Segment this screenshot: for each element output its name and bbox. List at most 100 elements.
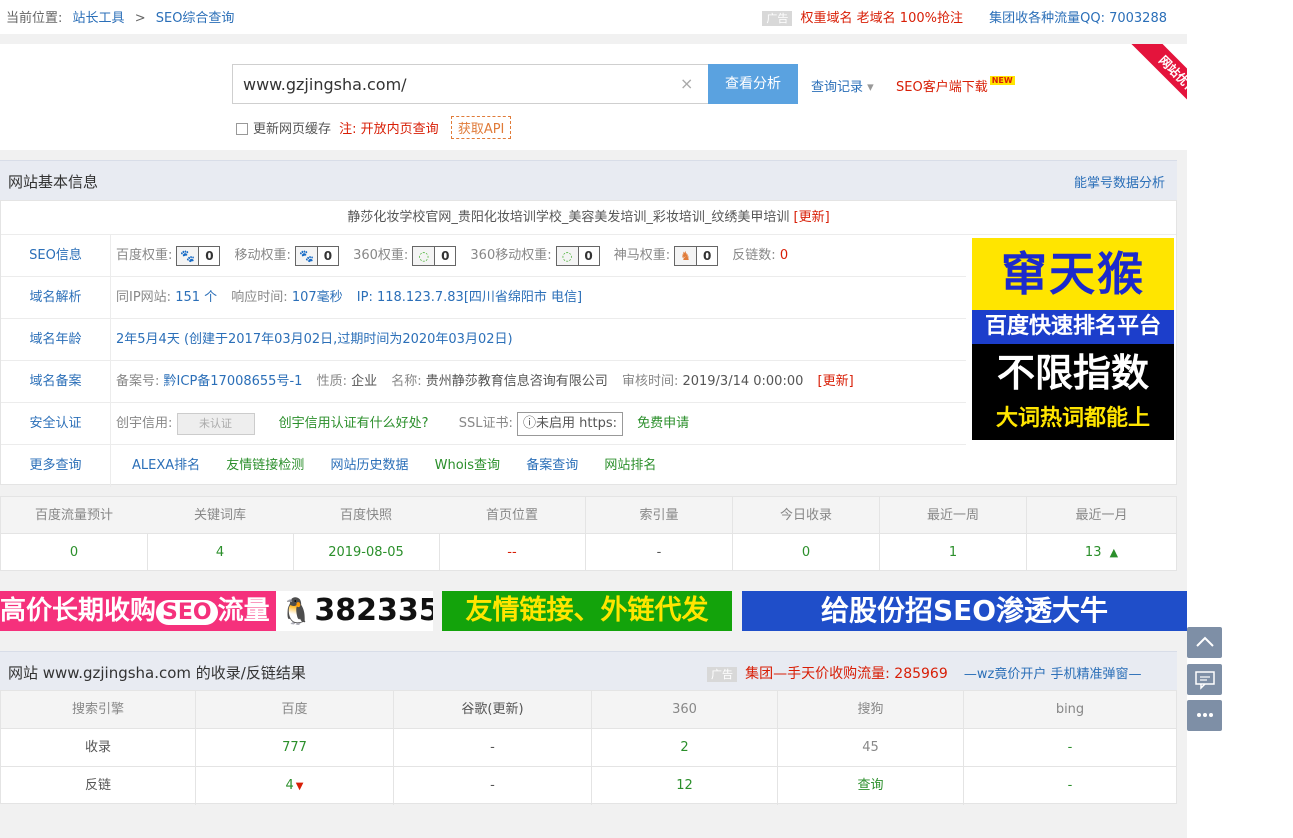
url-input[interactable]: www.gzjingsha.com/ bbox=[232, 64, 709, 104]
breadcrumb-item-seo[interactable]: SEO综合查询 bbox=[156, 11, 235, 26]
horse-icon: ♞ bbox=[675, 246, 698, 265]
baidu-weight-label: 百度权重: bbox=[116, 248, 173, 263]
s360m-weight-badge[interactable]: ◌ 0 bbox=[555, 245, 600, 266]
more-query-label[interactable]: 更多查询 bbox=[1, 445, 111, 487]
arrow-down-icon: ▼ bbox=[295, 781, 304, 792]
s360-indexed[interactable]: 2 bbox=[592, 729, 778, 767]
title-update-link[interactable]: [更新] bbox=[794, 210, 830, 225]
security-label[interactable]: 安全认证 bbox=[1, 403, 111, 445]
same-ip-value[interactable]: 151 个 bbox=[175, 290, 217, 305]
free-ssl-link[interactable]: 免费申请 bbox=[637, 416, 689, 431]
ip-value[interactable]: IP: 118.123.7.83[四川省绵阳市 电信] bbox=[357, 290, 582, 305]
seo-ribbon[interactable]: 网站优化 bbox=[1117, 44, 1187, 114]
icp-no-value[interactable]: 黔ICP备17008655号-1 bbox=[164, 374, 303, 389]
stats-value-week[interactable]: 1 bbox=[880, 534, 1027, 571]
refresh-cache-checkbox[interactable] bbox=[236, 123, 248, 135]
banner-ad-2[interactable]: 🐧3823355 bbox=[276, 591, 433, 631]
download-label: SEO客户端下载 bbox=[896, 80, 988, 95]
more-query-links: ALEXA排名 友情链接检测 网站历史数据 Whois查询 备案查询 网站排名 bbox=[132, 445, 666, 487]
history-dropdown[interactable]: 查询记录 ▾ bbox=[811, 76, 874, 95]
domain-ad-link[interactable]: 权重域名 老域名 100%抢注 bbox=[801, 11, 963, 26]
client-download-link[interactable]: SEO客户端下载 NEW bbox=[896, 76, 1015, 95]
stats-header: 百度流量预计 bbox=[1, 497, 148, 534]
main-area: 当前位置: 站长工具 > SEO综合查询 广告 权重域名 老域名 100%抢注 … bbox=[0, 0, 1187, 838]
baidu-backlinks-cell[interactable]: 4 ▼ bbox=[196, 767, 394, 805]
google-header-label: 谷歌(更新) bbox=[461, 702, 524, 717]
google-update-cell[interactable]: 谷歌(更新) bbox=[394, 691, 592, 729]
stats-value-traffic[interactable]: 0 bbox=[1, 534, 148, 571]
s360-weight-badge[interactable]: ◌ 0 bbox=[412, 245, 457, 266]
dns-label[interactable]: 域名解析 bbox=[1, 277, 111, 319]
alexa-link[interactable]: ALEXA排名 bbox=[132, 458, 200, 473]
banner-ad-3[interactable]: 友情链接、外链代发 bbox=[442, 591, 732, 631]
results-header-cell: 360 bbox=[592, 691, 778, 729]
stats-value-month-cell[interactable]: 13 ▲ bbox=[1027, 534, 1176, 571]
back-to-top-button[interactable] bbox=[1187, 627, 1222, 658]
baidu-indexed[interactable]: 777 bbox=[196, 729, 394, 767]
backlink-value[interactable]: 0 bbox=[780, 248, 788, 263]
site-title: 静莎化妆学校官网_贵阳化妆培训学校_美容美发培训_彩妆培训_纹绣美甲培训 bbox=[347, 210, 790, 225]
friend-link-check-link[interactable]: 友情链接检测 bbox=[226, 458, 304, 473]
sogou-query-link[interactable]: 查询 bbox=[778, 767, 964, 805]
banner-1-text-a: 高价长期收购 bbox=[0, 596, 157, 626]
side-ad-banner[interactable]: 窜天猴 百度快速排名平台 不限指数 大词热词都能上 bbox=[972, 238, 1174, 440]
stats-value-keywords[interactable]: 4 bbox=[147, 534, 294, 571]
baidu-weight-value: 0 bbox=[205, 248, 214, 263]
ssl-badge[interactable]: ⓘ未启用 https: bbox=[517, 411, 623, 436]
credit-benefit-link[interactable]: 创宇信用认证有什么好处? bbox=[279, 416, 429, 431]
new-badge: NEW bbox=[989, 76, 1015, 85]
qq-ad-link[interactable]: 集团收各种流量QQ: 7003288 bbox=[989, 11, 1167, 26]
analyze-button[interactable]: 查看分析 bbox=[708, 64, 798, 104]
icp-query-link[interactable]: 备案查询 bbox=[526, 458, 578, 473]
clear-icon[interactable]: × bbox=[680, 74, 693, 93]
get-api-button[interactable]: 获取API bbox=[450, 116, 512, 139]
shenma-weight-label: 神马权重: bbox=[613, 248, 671, 263]
baidu-weight-badge[interactable]: 🐾 0 bbox=[176, 245, 221, 266]
site-rank-link[interactable]: 网站排名 bbox=[604, 458, 656, 473]
stats-header: 最近一月 bbox=[1027, 497, 1176, 534]
s360-weight-label: 360权重: bbox=[353, 248, 409, 263]
shenma-weight-badge[interactable]: ♞ 0 bbox=[674, 245, 719, 266]
results-ad-link[interactable]: 集团—手天价收购流量: 285969 bbox=[745, 666, 948, 682]
icp-label[interactable]: 域名备案 bbox=[1, 361, 111, 403]
breadcrumb-separator: > bbox=[134, 11, 146, 26]
inner-page-note[interactable]: 注: 开放内页查询 bbox=[339, 122, 439, 137]
stats-value-today[interactable]: 0 bbox=[733, 534, 880, 571]
history-data-link[interactable]: 网站历史数据 bbox=[330, 458, 408, 473]
history-label: 查询记录 bbox=[811, 80, 864, 95]
sogou-indexed[interactable]: 45 bbox=[778, 729, 964, 767]
top-ad-links: 广告 权重域名 老域名 100%抢注 集团收各种流量QQ: 7003288 bbox=[762, 7, 1167, 26]
results-header-cell: 百度 bbox=[196, 691, 394, 729]
domain-age-label[interactable]: 域名年龄 bbox=[1, 319, 111, 361]
paw-icon: 🐾 bbox=[177, 246, 200, 265]
banner-ad-1[interactable]: 高价长期收购 SEO 流量 bbox=[0, 591, 276, 631]
chevron-down-icon: ▾ bbox=[867, 80, 874, 95]
bing-backlinks: - bbox=[1067, 778, 1073, 793]
stats-value-snapshot[interactable]: 2019-08-05 bbox=[293, 534, 440, 571]
credit-badge[interactable]: 未认证 bbox=[176, 412, 255, 435]
mobile-weight-badge[interactable]: 🐾 0 bbox=[294, 245, 339, 266]
icp-update-link[interactable]: [更新] bbox=[818, 374, 854, 389]
dns-row: 域名解析 同IP网站: 151 个 响应时间: 107毫秒 IP: 118.12… bbox=[1, 277, 966, 319]
results-header-cell: bing bbox=[964, 691, 1176, 729]
credit-label: 创宇信用: bbox=[116, 416, 173, 431]
results-header-cell: 搜狗 bbox=[778, 691, 964, 729]
s360m-weight-label: 360移动权重: bbox=[470, 248, 552, 263]
power-data-link[interactable]: 能掌号数据分析 bbox=[1074, 172, 1165, 191]
breadcrumb-item-tools[interactable]: 站长工具 bbox=[73, 11, 125, 26]
banner-ad-4[interactable]: 给股份招SEO渗透大牛 bbox=[742, 591, 1187, 631]
stats-table: 百度流量预计 关键词库 百度快照 首页位置 索引量 今日收录 最近一周 最近一月… bbox=[0, 496, 1177, 571]
s360-backlinks[interactable]: 12 bbox=[592, 767, 778, 805]
side-ad-line1: 窜天猴 bbox=[972, 238, 1174, 310]
same-ip-label: 同IP网站: bbox=[116, 290, 172, 305]
results-header-cell: 搜索引擎 bbox=[1, 691, 196, 729]
dns-values: 同IP网站: 151 个 响应时间: 107毫秒 IP: 118.123.7.8… bbox=[116, 277, 592, 319]
seo-info-label[interactable]: SEO信息 bbox=[1, 235, 111, 277]
side-ad-line2: 百度快速排名平台 bbox=[972, 310, 1174, 344]
whois-link[interactable]: Whois查询 bbox=[435, 458, 500, 473]
results-ad-link-2[interactable]: —wz竟价开户 手机精准弹窗— bbox=[964, 667, 1142, 682]
feedback-button[interactable] bbox=[1187, 664, 1222, 695]
security-row: 安全认证 创宇信用: 未认证 创宇信用认证有什么好处? SSL证书: ⓘ未启用 … bbox=[1, 403, 966, 445]
more-button[interactable] bbox=[1187, 700, 1222, 731]
banner-2-text: 3823355 bbox=[314, 593, 433, 628]
